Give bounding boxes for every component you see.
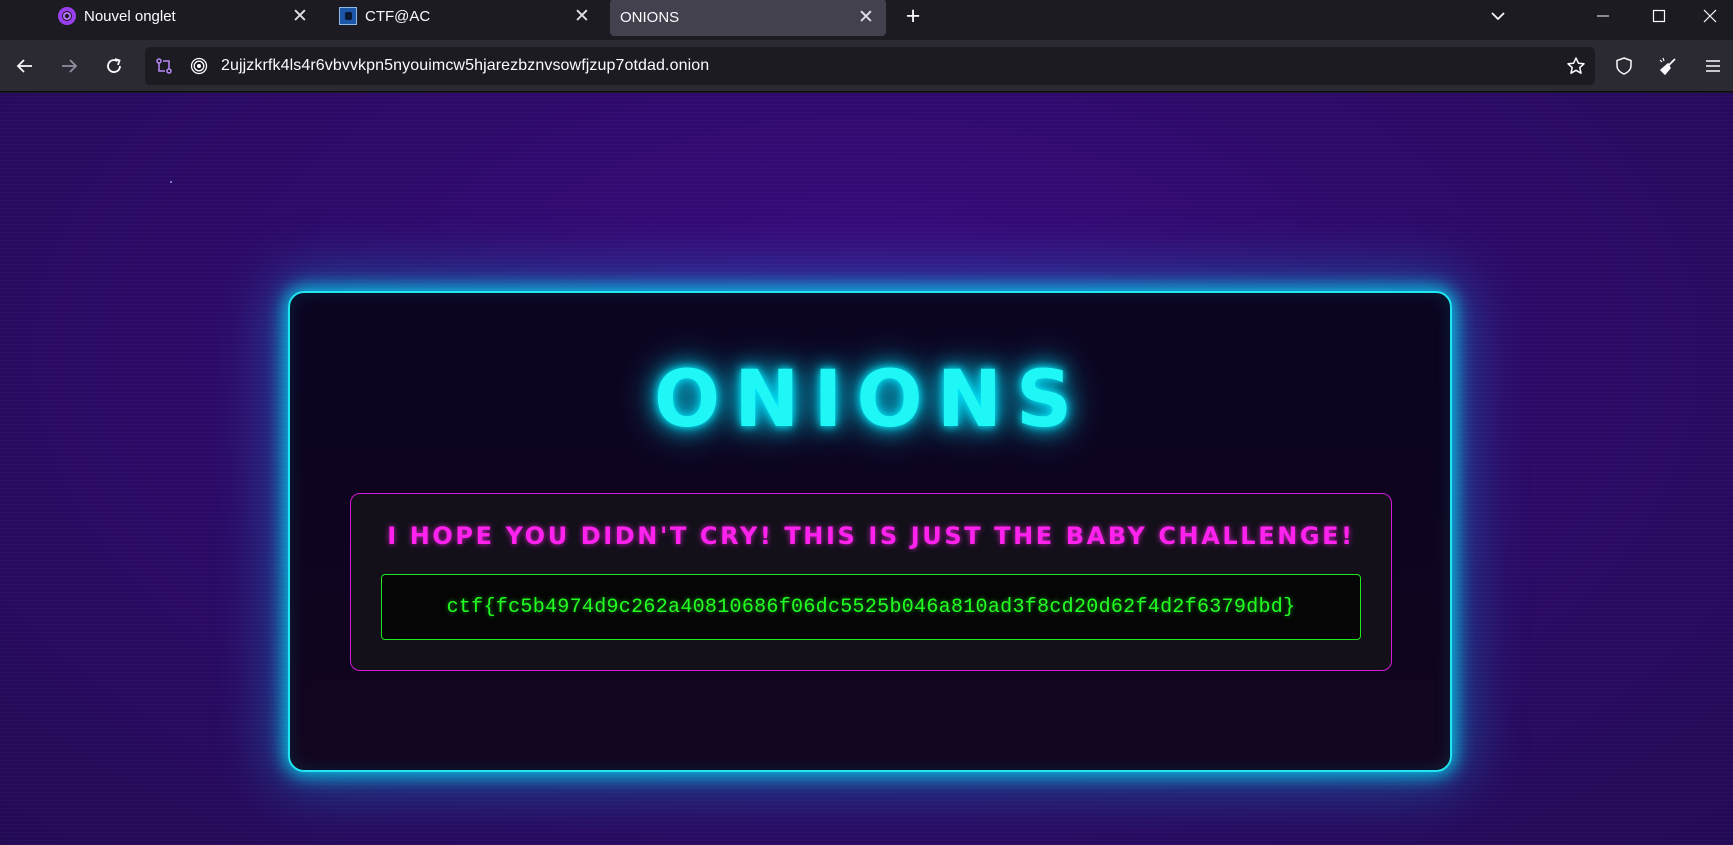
url-bar[interactable]: 2ujjzkrfk4ls4r6vbvvkpn5nyouimcw5hjarezbz… [145, 47, 1595, 85]
new-tab-button[interactable]: + [900, 3, 926, 29]
list-all-tabs-icon[interactable] [1488, 6, 1508, 26]
hamburger-menu-icon[interactable] [1697, 50, 1729, 82]
message-panel: I HOPE YOU DIDN'T CRY! THIS IS JUST THE … [350, 493, 1392, 671]
flag-box: ctf{fc5b4974d9c262a40810686f06dc5525b046… [381, 574, 1361, 640]
tab-ctf[interactable]: CTF@AC ✕ [332, 0, 602, 32]
url-text[interactable]: 2ujjzkrfk4ls4r6vbvvkpn5nyouimcw5hjarezbz… [221, 47, 709, 85]
ctf-favicon-icon [339, 7, 357, 25]
tor-circuit-icon[interactable] [154, 56, 174, 76]
tab-nouvel-onglet[interactable]: Nouvel onglet ✕ [50, 0, 320, 32]
challenge-card: ONIONS I HOPE YOU DIDN'T CRY! THIS IS JU… [288, 291, 1452, 772]
tab-onions-active[interactable]: ONIONS ✕ [610, 0, 886, 36]
forward-arrow-icon[interactable] [53, 50, 85, 82]
tab-title: CTF@AC [365, 7, 431, 25]
back-arrow-icon[interactable] [9, 50, 41, 82]
decorative-star [170, 181, 172, 183]
message-text: I HOPE YOU DIDN'T CRY! THIS IS JUST THE … [387, 522, 1355, 550]
new-identity-broom-icon[interactable] [1652, 50, 1684, 82]
flag-text[interactable]: ctf{fc5b4974d9c262a40810686f06dc5525b046… [447, 596, 1296, 619]
navigation-toolbar: 2ujjzkrfk4ls4r6vbvvkpn5nyouimcw5hjarezbz… [0, 40, 1733, 92]
close-window-icon[interactable] [1687, 0, 1733, 32]
close-tab-icon[interactable]: ✕ [856, 7, 876, 27]
reload-icon[interactable] [98, 50, 130, 82]
close-tab-icon[interactable]: ✕ [572, 6, 592, 26]
page-title: ONIONS [653, 355, 1087, 445]
maximize-window-icon[interactable] [1636, 0, 1682, 32]
shield-icon[interactable] [1608, 50, 1640, 82]
tor-onion-icon [58, 7, 76, 25]
page-viewport: ONIONS I HOPE YOU DIDN'T CRY! THIS IS JU… [0, 93, 1733, 845]
tab-strip: Nouvel onglet ✕ CTF@AC ✕ ONIONS ✕ + [0, 0, 1733, 36]
bookmark-star-icon[interactable] [1560, 50, 1592, 82]
onion-security-icon[interactable] [189, 56, 209, 76]
close-tab-icon[interactable]: ✕ [290, 6, 310, 26]
minimize-window-icon[interactable] [1580, 0, 1626, 32]
tab-title: Nouvel onglet [84, 7, 176, 25]
tab-title: ONIONS [620, 9, 680, 26]
